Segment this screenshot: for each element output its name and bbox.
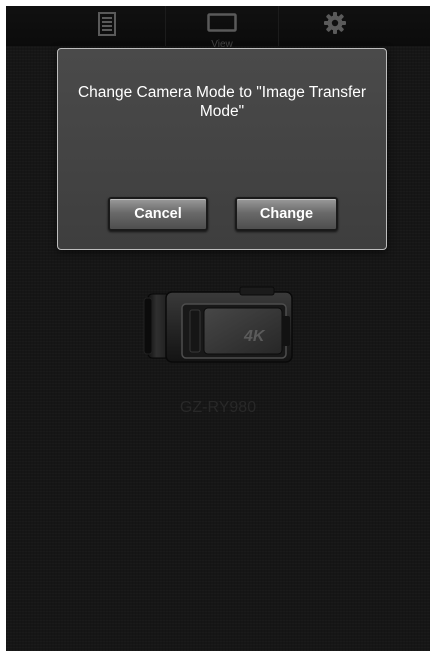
change-button[interactable]: Change — [235, 197, 338, 231]
change-mode-dialog: Change Camera Mode to "Image Transfer Mo… — [57, 48, 387, 250]
cancel-button[interactable]: Cancel — [108, 197, 208, 231]
dialog-message: Change Camera Mode to "Image Transfer Mo… — [77, 84, 367, 120]
app-screen: View 4K GZ-RY980 Change Camera Mode to "… — [6, 6, 430, 651]
